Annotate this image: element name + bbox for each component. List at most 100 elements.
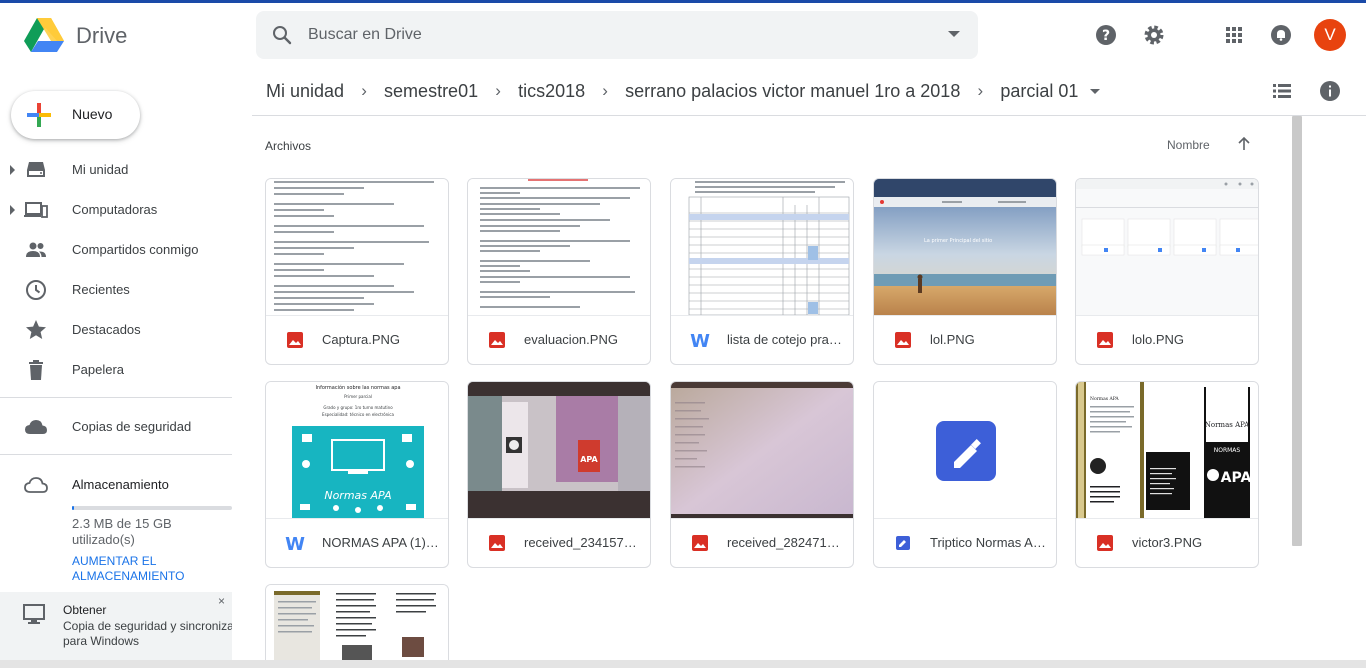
search-input[interactable]: [308, 23, 908, 47]
info-icon[interactable]: [1318, 79, 1342, 103]
promo-title: Obtener: [63, 603, 107, 617]
preview-apa: APA: [1221, 470, 1252, 486]
file-name: received_2341578903.jpeg: [524, 535, 642, 550]
notifications-icon[interactable]: [1269, 23, 1293, 47]
chevron-down-icon[interactable]: [1090, 88, 1101, 94]
preview-line: Primer parcial: [344, 394, 372, 399]
avatar[interactable]: V: [1314, 19, 1346, 51]
preview-line: Grado y grupo: 1ro turno matutino: [323, 405, 393, 410]
photo-preview: [671, 382, 853, 518]
file-thumbnail: [671, 179, 853, 316]
clock-icon: [26, 280, 46, 300]
file-card[interactable]: Información sobre las normas apa Primer …: [265, 381, 449, 568]
gear-icon[interactable]: [1142, 23, 1166, 47]
file-name: victor3.PNG: [1132, 535, 1203, 550]
screenshot-preview: [1076, 179, 1258, 256]
promo-text: Copia de seguridad y sincronización para…: [63, 619, 232, 649]
file-thumbnail: Normas APA Normas APA NORMAS APA: [1076, 382, 1258, 519]
file-card[interactable]: received_2824719037.jpeg: [670, 381, 854, 568]
file-card[interactable]: W lista de cotejo practica 3.docx: [670, 178, 854, 365]
preview-badge: APA: [580, 455, 598, 464]
file-card[interactable]: La primer Principal del sitio lol.PNG: [873, 178, 1057, 365]
drive-icon: [27, 162, 45, 177]
backup-sync-promo[interactable]: Obtener Copia de seguridad y sincronizac…: [0, 592, 232, 660]
sidebar-item-label: Recientes: [72, 282, 130, 297]
image-file-icon: [895, 332, 911, 348]
file-name: lolo.PNG: [1132, 332, 1185, 347]
sidebar-item-label: Copias de seguridad: [72, 419, 192, 434]
file-name: lista de cotejo practica 3.docx: [727, 332, 845, 347]
drawing-file-icon: [896, 536, 910, 550]
apps-grid-icon[interactable]: [1222, 23, 1246, 47]
breadcrumb: Mi unidad › semestre01 › tics2018 › serr…: [266, 78, 1101, 104]
drive-logo-icon[interactable]: [24, 17, 64, 53]
promo-text-line: Copia de seguridad y sincronización: [63, 619, 232, 633]
search-options-chevron-icon[interactable]: [948, 31, 960, 37]
arrow-up-icon[interactable]: [1236, 136, 1252, 152]
sidebar-item-mi-unidad[interactable]: Mi unidad: [0, 150, 240, 190]
search-icon[interactable]: [270, 23, 294, 47]
storage-label: Almacenamiento: [72, 477, 169, 492]
close-icon[interactable]: ×: [218, 594, 225, 608]
file-card[interactable]: Normas APA Normas APA NORMAS APA victor3…: [1075, 381, 1259, 568]
sidebar-item-label: Computadoras: [72, 202, 158, 217]
trash-icon: [29, 360, 43, 380]
sidebar-item-destacados[interactable]: Destacados: [0, 310, 240, 350]
sidebar-item-almacenamiento[interactable]: Almacenamiento: [0, 465, 240, 505]
breadcrumb-current[interactable]: parcial 01: [1000, 81, 1078, 102]
expand-arrow-icon[interactable]: [10, 205, 15, 215]
new-button-label: Nuevo: [72, 106, 113, 122]
storage-meter-fill: [72, 506, 74, 510]
preview-title: Información sobre las normas apa: [315, 384, 400, 391]
file-thumbnail: [266, 179, 448, 316]
svg-text:W: W: [285, 534, 305, 553]
app-name[interactable]: Drive: [76, 23, 127, 49]
breadcrumb-item[interactable]: semestre01: [384, 81, 478, 102]
upgrade-storage-link[interactable]: AUMENTAR EL ALMACENAMIENTO: [72, 554, 242, 584]
sort-label[interactable]: Nombre: [1167, 138, 1210, 152]
breadcrumb-separator-icon: ›: [495, 81, 501, 100]
breadcrumb-item[interactable]: tics2018: [518, 81, 585, 102]
file-thumbnail: [1076, 179, 1258, 316]
breadcrumb-item[interactable]: serrano palacios victor manuel 1ro a 201…: [625, 81, 960, 102]
file-card[interactable]: APA received_2341578903.jpeg: [467, 381, 651, 568]
scrollbar[interactable]: [1292, 116, 1302, 546]
preview-normas: NORMAS: [1214, 447, 1241, 454]
new-button[interactable]: Nuevo: [11, 91, 140, 139]
breadcrumb-separator-icon: ›: [602, 81, 608, 100]
preview-banner: Normas APA: [324, 489, 391, 502]
file-card[interactable]: [265, 584, 449, 668]
document-preview: [274, 181, 434, 311]
beach-image-preview: La primer Principal del sitio: [874, 179, 1056, 315]
breadcrumb-item[interactable]: Mi unidad: [266, 81, 344, 102]
file-card[interactable]: Captura.PNG: [265, 178, 449, 365]
plus-icon: [27, 103, 51, 127]
list-view-icon[interactable]: [1270, 79, 1294, 103]
help-icon[interactable]: ?: [1094, 23, 1118, 47]
cloud-icon: [25, 420, 47, 434]
file-card[interactable]: evaluacion.PNG: [467, 178, 651, 365]
sidebar-item-copias[interactable]: Copias de seguridad: [0, 407, 240, 447]
sidebar-divider: [0, 397, 232, 398]
shared-icon: [26, 242, 46, 257]
sidebar-item-papelera[interactable]: Papelera: [0, 350, 240, 390]
search-box[interactable]: [256, 11, 978, 59]
sidebar-item-computadoras[interactable]: Computadoras: [0, 190, 240, 230]
expand-arrow-icon[interactable]: [10, 165, 15, 175]
photo-preview: APA: [468, 382, 650, 518]
file-card[interactable]: Triptico Normas APA: [873, 381, 1057, 568]
file-thumbnail: [266, 585, 448, 668]
image-file-icon: [287, 332, 303, 348]
file-thumbnail: APA: [468, 382, 650, 519]
cloud-outline-icon: [24, 477, 48, 493]
document-preview: [480, 179, 640, 308]
file-card[interactable]: lolo.PNG: [1075, 178, 1259, 365]
document-preview: Información sobre las normas apa Primer …: [292, 384, 424, 518]
image-file-icon: [489, 535, 505, 551]
sidebar-item-recientes[interactable]: Recientes: [0, 270, 240, 310]
image-file-icon: [692, 535, 708, 551]
svg-text:?: ?: [1102, 28, 1110, 44]
sidebar-item-label: Compartidos conmigo: [72, 242, 199, 257]
sidebar-item-label: Destacados: [72, 322, 141, 337]
sidebar-item-compartidos[interactable]: Compartidos conmigo: [0, 230, 240, 270]
